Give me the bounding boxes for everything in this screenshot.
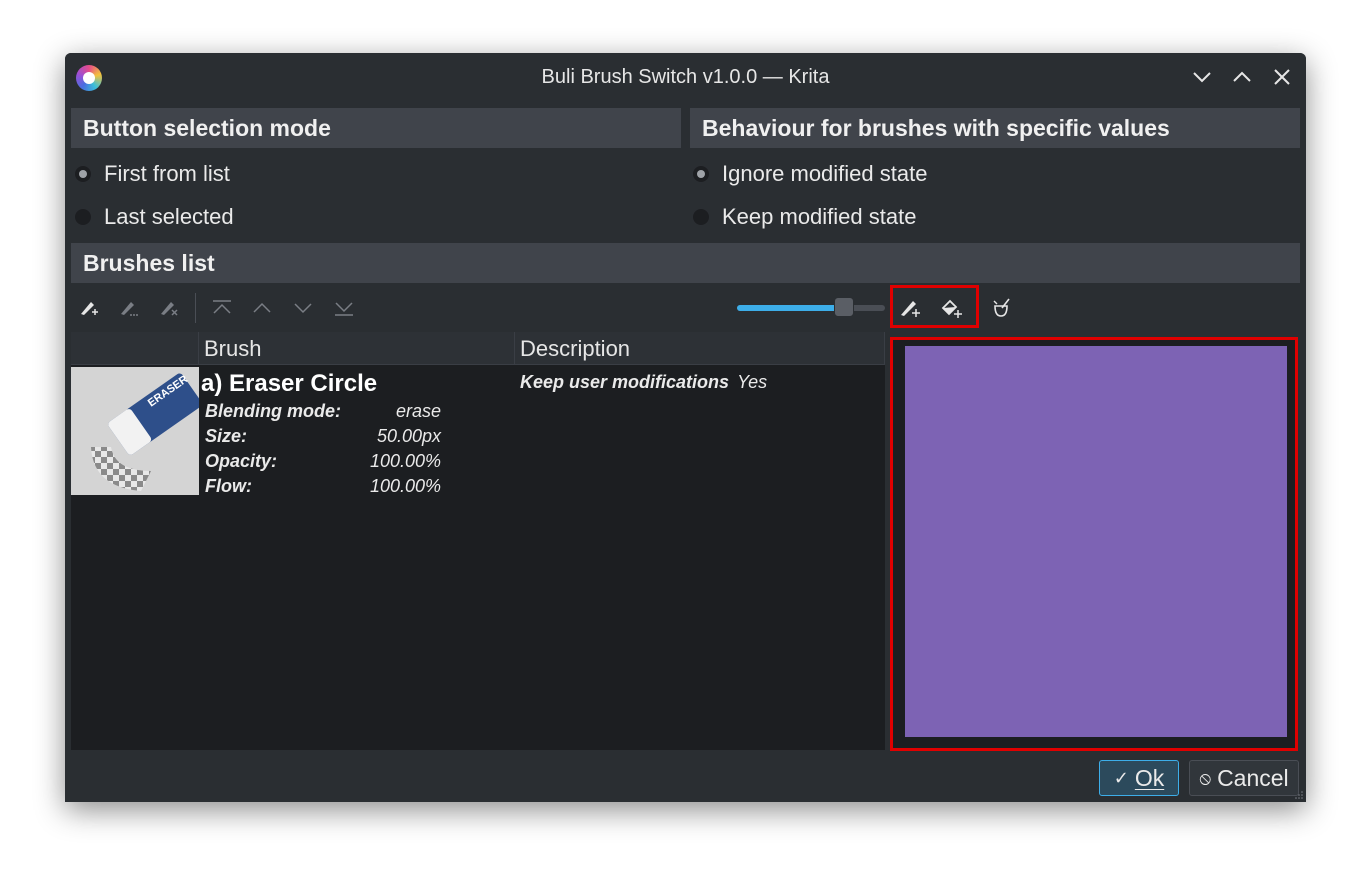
move-last-icon — [335, 302, 353, 316]
radio-label: Ignore modified state — [722, 161, 928, 186]
radio-keep-modified[interactable]: Keep modified state — [692, 201, 916, 233]
add-brush-button[interactable] — [73, 293, 103, 323]
column-header-description[interactable]: Description — [515, 332, 885, 365]
move-last-button[interactable] — [329, 293, 359, 323]
move-down-icon — [294, 303, 312, 314]
radio-indicator[interactable] — [692, 165, 710, 183]
brush-property-size: Size: 50.00px — [205, 426, 441, 451]
chevron-down-icon — [1193, 72, 1211, 83]
radio-first-from-list[interactable]: First from list — [74, 158, 230, 190]
property-key: Size: — [205, 426, 248, 446]
resize-grip-icon[interactable] — [1294, 790, 1304, 800]
fill-plus-button[interactable] — [936, 293, 966, 323]
radio-label: Keep modified state — [722, 204, 917, 229]
brushes-list-header: Brushes list — [71, 243, 1300, 283]
radio-indicator[interactable] — [74, 208, 92, 226]
cancel-icon: ⦸ — [1199, 767, 1212, 788]
cancel-button-label: Cancel — [1217, 764, 1289, 791]
selection-mode-header: Button selection mode — [71, 108, 681, 148]
property-value: 100.00% — [369, 451, 441, 471]
window-title: Buli Brush Switch v1.0.0 — Krita — [541, 66, 830, 88]
description-key: Keep user modifications — [520, 372, 730, 392]
toolbar-separator — [195, 293, 196, 323]
radio-label: Last selected — [104, 204, 234, 229]
behaviour-header: Behaviour for brushes with specific valu… — [690, 108, 1300, 148]
remove-brush-icon — [161, 302, 178, 316]
brush-description: Keep user modifications Yes — [520, 372, 767, 393]
clear-icon — [993, 298, 1010, 317]
move-first-button[interactable] — [207, 293, 237, 323]
brush-plus-icon — [901, 301, 920, 317]
brush-property-opacity: Opacity: 100.00% — [205, 451, 441, 476]
move-up-icon — [253, 302, 271, 313]
add-brush-icon — [81, 302, 98, 315]
column-header-brush[interactable]: Brush — [199, 332, 515, 365]
move-up-button[interactable] — [247, 293, 277, 323]
check-icon: ✓ — [1113, 767, 1129, 788]
brush-thumbnail: ERASER — [71, 367, 199, 495]
property-key: Opacity: — [205, 451, 278, 471]
brushes-table[interactable]: Brush Description ERASER a) Eraser Circl… — [71, 332, 885, 750]
radio-indicator[interactable] — [74, 165, 92, 183]
column-header-thumbnail[interactable] — [71, 332, 199, 365]
brush-property-blending-mode: Blending mode: erase — [205, 401, 441, 426]
edit-brush-icon — [121, 302, 138, 316]
brush-name: a) Eraser Circle — [201, 370, 378, 397]
move-first-icon — [213, 300, 231, 314]
radio-ignore-modified[interactable]: Ignore modified state — [692, 158, 927, 190]
property-key: Flow: — [205, 476, 252, 496]
highlight-box-preview — [890, 337, 1298, 751]
maximize-button[interactable] — [1230, 65, 1254, 89]
move-down-button[interactable] — [288, 293, 318, 323]
close-icon — [1274, 69, 1290, 85]
minimize-button[interactable] — [1190, 65, 1214, 89]
brush-property-flow: Flow: 100.00% — [205, 476, 441, 501]
description-value: Yes — [737, 372, 768, 392]
radio-indicator[interactable] — [692, 208, 710, 226]
close-button[interactable] — [1270, 65, 1294, 89]
radio-last-selected[interactable]: Last selected — [74, 201, 234, 233]
title-bar: Buli Brush Switch v1.0.0 — Krita — [65, 53, 1306, 101]
brush-plus-button[interactable] — [895, 293, 925, 323]
clear-button[interactable] — [986, 293, 1016, 323]
thumbnail-size-slider-fill — [737, 305, 844, 311]
chevron-up-icon — [1233, 71, 1251, 82]
property-value: erase — [395, 401, 441, 421]
ok-button[interactable]: ✓ Ok — [1099, 760, 1179, 796]
ok-button-label: Ok — [1134, 764, 1165, 791]
edit-brush-button[interactable] — [113, 293, 143, 323]
fill-plus-icon — [941, 299, 962, 318]
remove-brush-button[interactable] — [153, 293, 183, 323]
property-value: 100.00% — [369, 476, 441, 496]
dialog-window: Buli Brush Switch v1.0.0 — Krita Button … — [65, 53, 1306, 802]
property-value: 50.00px — [376, 426, 441, 446]
cancel-button[interactable]: ⦸ Cancel — [1189, 760, 1299, 796]
property-key: Blending mode: — [205, 401, 341, 421]
eraser-brush-thumbnail-image: ERASER — [71, 367, 199, 495]
radio-label: First from list — [104, 161, 230, 186]
thumbnail-size-slider-handle[interactable] — [833, 297, 854, 317]
